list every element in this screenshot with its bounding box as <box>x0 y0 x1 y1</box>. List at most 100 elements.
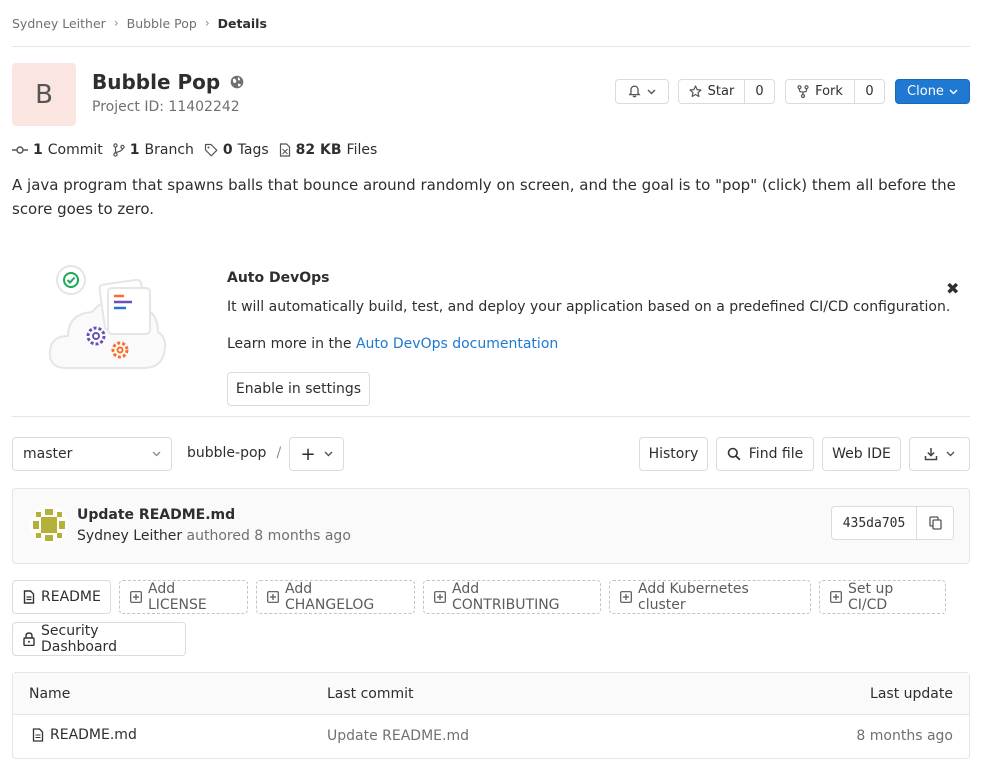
branch-select[interactable]: master <box>12 437 172 471</box>
plus-square-icon <box>830 591 842 603</box>
find-file-button[interactable]: Find file <box>716 437 814 471</box>
commits-count: 1 <box>33 142 43 158</box>
path-separator: / <box>276 445 282 461</box>
branches-stat[interactable]: 1 Branch <box>113 142 194 158</box>
commit-sha-link[interactable]: 435da705 <box>831 506 917 540</box>
readme-label: README <box>41 589 101 605</box>
add-changelog-label: Add CHANGELOG <box>285 581 375 613</box>
bell-icon <box>628 85 641 98</box>
commits-stat[interactable]: 1 Commit <box>12 142 103 158</box>
setup-cicd-label: Set up CI/CD <box>848 581 894 613</box>
star-group: Star 0 <box>678 79 775 104</box>
add-license-label: Add LICENSE <box>148 581 207 613</box>
fork-button[interactable]: Fork <box>785 79 855 104</box>
copy-icon <box>928 516 942 530</box>
fork-icon <box>797 85 809 98</box>
breadcrumb-current: Details <box>217 15 267 31</box>
add-license-button[interactable]: Add LICENSE <box>119 580 248 614</box>
repo-path-root[interactable]: bubble-pop <box>187 445 266 461</box>
tags-count: 0 <box>222 142 233 158</box>
column-header-last-update: Last update <box>870 686 953 702</box>
project-avatar: B <box>12 63 76 126</box>
security-dashboard-button[interactable]: Security Dashboard <box>12 622 186 656</box>
file-icon <box>23 590 35 604</box>
auto-devops-docs-link[interactable]: Auto DevOps documentation <box>356 336 558 352</box>
clone-button[interactable]: Clone <box>895 79 970 104</box>
lock-icon <box>23 632 35 646</box>
plus-square-icon <box>434 591 446 603</box>
column-header-name: Name <box>29 686 71 702</box>
copy-sha-button[interactable] <box>917 506 954 540</box>
commit-meta: Sydney Leither authored 8 months ago <box>77 528 351 544</box>
file-last-commit-link[interactable]: Update README.md <box>327 728 469 744</box>
search-icon <box>727 447 741 461</box>
add-kubernetes-label: Add Kubernetes cluster <box>638 581 749 613</box>
star-button[interactable]: Star <box>678 79 745 104</box>
find-file-label: Find file <box>748 446 804 462</box>
setup-cicd-button[interactable]: Set up CI/CD <box>819 580 946 614</box>
auto-devops-title: Auto DevOps <box>227 270 330 286</box>
readme-button[interactable]: README <box>12 580 111 614</box>
project-description: A java program that spawns balls that bo… <box>12 176 956 218</box>
branches-label: Branch <box>144 142 194 158</box>
security-dashboard-label: Security Dashboard <box>41 623 117 655</box>
divider <box>12 46 970 47</box>
close-icon[interactable]: ✖ <box>946 279 959 298</box>
add-contributing-button[interactable]: Add CONTRIBUTING <box>423 580 601 614</box>
column-header-last-commit: Last commit <box>327 686 414 702</box>
star-count[interactable]: 0 <box>745 79 775 104</box>
notification-dropdown[interactable] <box>615 79 669 104</box>
add-kubernetes-cluster-button[interactable]: Add Kubernetes cluster <box>609 580 811 614</box>
star-icon <box>689 85 702 98</box>
enable-in-settings-button[interactable]: Enable in settings <box>227 372 370 406</box>
tags-stat[interactable]: 0 Tags <box>204 142 269 158</box>
download-dropdown[interactable] <box>909 437 970 471</box>
chevron-down-icon <box>152 451 161 457</box>
learn-more-prefix: Learn more in the <box>227 336 356 352</box>
file-tree-header <box>13 673 969 715</box>
tag-icon <box>204 143 218 157</box>
auto-devops-illustration <box>46 262 168 378</box>
add-to-tree-dropdown[interactable]: + <box>289 437 344 471</box>
add-contributing-label: Add CONTRIBUTING <box>452 581 560 613</box>
avatar[interactable] <box>30 506 68 544</box>
fork-label: Fork <box>815 84 843 99</box>
commit-authored-time: authored 8 months ago <box>182 528 351 544</box>
breadcrumb-user-link[interactable]: Sydney Leither <box>12 16 106 31</box>
commit-title-link[interactable]: Update README.md <box>77 507 235 523</box>
fork-group: Fork 0 <box>785 79 885 104</box>
clone-label: Clone <box>907 84 944 99</box>
download-icon <box>924 447 938 461</box>
last-commit-panel <box>12 488 970 564</box>
tags-label: Tags <box>237 142 269 158</box>
table-row[interactable]: README.md <box>32 727 137 743</box>
chevron-down-icon <box>946 451 955 457</box>
auto-devops-learn-more: Learn more in the Auto DevOps documentat… <box>227 336 558 352</box>
add-changelog-button[interactable]: Add CHANGELOG <box>256 580 415 614</box>
commit-author-link[interactable]: Sydney Leither <box>77 528 182 544</box>
project-title: Bubble Pop <box>92 70 221 94</box>
plus-icon: + <box>300 443 316 465</box>
project-stats: 1 Commit 1 Branch 0 Tags 82 KB Files <box>12 142 377 158</box>
chevron-right-icon: › <box>113 16 119 30</box>
globe-icon <box>230 75 244 89</box>
web-ide-button[interactable]: Web IDE <box>822 437 901 471</box>
files-label: Files <box>346 142 378 158</box>
chevron-down-icon <box>949 88 958 95</box>
fork-count[interactable]: 0 <box>855 79 885 104</box>
branch-icon <box>113 143 125 157</box>
plus-square-icon <box>130 591 142 603</box>
files-size: 82 KB <box>295 142 342 158</box>
history-button[interactable]: History <box>639 437 708 471</box>
files-stat[interactable]: 82 KB Files <box>279 142 378 158</box>
plus-square-icon <box>267 591 279 603</box>
commit-icon <box>12 145 28 155</box>
repo-path: bubble-pop / <box>187 445 281 461</box>
auto-devops-text: It will automatically build, test, and d… <box>227 299 951 315</box>
file-name-link[interactable]: README.md <box>50 727 137 743</box>
project-title-row: Bubble Pop <box>92 70 244 94</box>
project-id: Project ID: 11402242 <box>92 99 240 115</box>
file-last-update: 8 months ago <box>856 728 953 744</box>
commits-label: Commit <box>47 142 103 158</box>
breadcrumb-project-link[interactable]: Bubble Pop <box>127 16 197 31</box>
